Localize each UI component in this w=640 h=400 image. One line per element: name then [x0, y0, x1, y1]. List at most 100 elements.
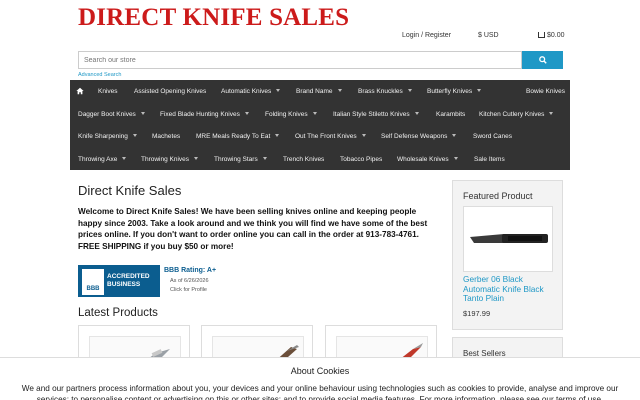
nav-item[interactable]: Brass Knuckles — [358, 88, 412, 96]
bbb-logo: BBB — [82, 269, 104, 295]
cart-icon — [538, 32, 545, 38]
chevron-down-icon — [361, 134, 366, 137]
nav-item[interactable]: Tobacco Pipes — [340, 156, 382, 164]
nav-item[interactable]: Butterfly Knives — [427, 88, 482, 96]
nav-item[interactable]: Automatic Knives — [221, 88, 281, 96]
nav-item[interactable]: Wholesale Knives — [397, 156, 458, 164]
nav-item-label: Knives — [98, 88, 118, 95]
search-bar — [78, 51, 563, 69]
nav-item[interactable]: Folding Knives — [265, 111, 317, 119]
chevron-down-icon — [275, 134, 280, 137]
welcome-text: Welcome to Direct Knife Sales! We have b… — [78, 207, 428, 251]
nav-item-label: Fixed Blade Hunting Knives — [160, 111, 240, 118]
nav-item-label: Brass Knuckles — [358, 88, 403, 95]
nav-item-label: MRE Meals Ready To Eat — [196, 133, 271, 140]
search-input[interactable] — [78, 51, 522, 69]
nav-item[interactable]: Bowie Knives — [526, 88, 565, 96]
nav-item-label: Brand Name — [296, 88, 333, 95]
nav-item-label: Out The Front Knives — [295, 133, 357, 140]
nav-item[interactable]: Out The Front Knives — [295, 133, 366, 141]
nav-item-label: Italian Style Stiletto Knives — [333, 111, 410, 118]
nav-item[interactable]: Brand Name — [296, 88, 342, 96]
chevron-down-icon — [407, 89, 412, 92]
nav-item-label: Bowie Knives — [526, 88, 566, 95]
cart-total: $0.00 — [547, 32, 565, 39]
login-register-link[interactable]: Login / Register — [402, 32, 451, 39]
nav-item[interactable]: Dagger Boot Knives — [78, 111, 145, 119]
page-title: Direct Knife Sales — [78, 183, 182, 198]
currency-label[interactable]: $ USD — [478, 32, 499, 39]
nav-item[interactable]: Fixed Blade Hunting Knives — [160, 111, 249, 119]
chevron-down-icon — [549, 112, 554, 115]
nav-item[interactable]: Assisted Opening Knives — [134, 88, 206, 96]
nav-item[interactable]: Sword Canes — [473, 133, 512, 141]
featured-product-image[interactable] — [463, 206, 553, 272]
cart-link[interactable]: $0.00 — [538, 32, 565, 39]
bbb-rating: BBB Rating: A+ — [164, 267, 217, 274]
chevron-down-icon — [312, 112, 317, 115]
nav-item[interactable]: MRE Meals Ready To Eat — [196, 133, 280, 141]
nav-item[interactable]: Knife Sharpening — [78, 133, 137, 141]
chevron-down-icon — [477, 89, 482, 92]
nav-item-label: Assisted Opening Knives — [134, 88, 207, 95]
nav-item-label: Throwing Axe — [78, 156, 118, 163]
home-icon[interactable] — [76, 87, 84, 95]
nav-item-label: Wholesale Knives — [397, 156, 449, 163]
nav-item[interactable]: Throwing Knives — [141, 156, 199, 164]
chevron-down-icon — [453, 157, 458, 160]
bbb-accredited-text: ACCREDITED BUSINESS — [107, 273, 150, 289]
nav-item-label: Kitchen Cutlery Knives — [479, 111, 545, 118]
nav-item-label: Butterfly Knives — [427, 88, 473, 95]
main-nav: Knives Assisted Opening Knives Automatic K… — [70, 80, 570, 170]
nav-item[interactable]: Knives — [98, 88, 118, 96]
chevron-down-icon — [132, 134, 137, 137]
latest-products-heading: Latest Products — [78, 307, 158, 319]
nav-item-label: Automatic Knives — [221, 88, 272, 95]
bbb-accredited-block: BBB ACCREDITED BUSINESS — [78, 265, 160, 297]
nav-item[interactable]: Karambits — [436, 111, 465, 119]
bbb-accredited-line2: BUSINESS — [107, 281, 141, 288]
chevron-down-icon — [276, 89, 281, 92]
nav-item-label: Trench Knives — [283, 156, 325, 163]
currency-selector[interactable]: $ USD — [478, 32, 499, 39]
nav-item-label: Sale Items — [474, 156, 505, 163]
advanced-search-link[interactable]: Advanced Search — [78, 72, 121, 78]
chevron-down-icon — [452, 134, 457, 137]
nav-item-label: Throwing Knives — [141, 156, 190, 163]
nav-item[interactable]: Sale Items — [474, 156, 505, 164]
login-register-label[interactable]: Login / Register — [402, 32, 451, 39]
cookie-banner: About Cookies We and our partners proces… — [0, 357, 640, 400]
site-logo[interactable]: DIRECT KNIFE SALES — [78, 4, 349, 32]
knife-icon — [470, 234, 548, 243]
search-icon — [538, 56, 547, 64]
nav-item[interactable]: Self Defense Weapons — [381, 133, 457, 141]
nav-item[interactable]: Machetes — [152, 133, 180, 141]
bbb-as-of: As of 6/26/2026 — [170, 278, 209, 284]
nav-item[interactable]: Throwing Axe — [78, 156, 127, 164]
featured-product-name[interactable]: Gerber 06 Black Automatic Knife Black Ta… — [463, 274, 555, 304]
featured-product-title: Featured Product — [463, 191, 533, 201]
nav-item-label: Karambits — [436, 111, 466, 118]
featured-product-panel: Featured Product Gerber 06 Black Automat… — [452, 180, 563, 330]
nav-item-label: Sword Canes — [473, 133, 513, 140]
nav-item[interactable]: Throwing Stars — [214, 156, 267, 164]
nav-item[interactable]: Trench Knives — [283, 156, 324, 164]
chevron-down-icon — [262, 157, 267, 160]
nav-item-label: Self Defense Weapons — [381, 133, 448, 140]
chevron-down-icon — [244, 112, 249, 115]
search-button[interactable] — [522, 51, 563, 69]
nav-item[interactable]: Kitchen Cutlery Knives — [479, 111, 554, 119]
cookie-title: About Cookies — [290, 366, 350, 376]
nav-item-label: Throwing Stars — [214, 156, 258, 163]
nav-item-label: Knife Sharpening — [78, 133, 128, 140]
bbb-badge[interactable]: BBB ACCREDITED BUSINESS BBB Rating: A+ As… — [78, 265, 228, 297]
chevron-down-icon — [414, 112, 419, 115]
bbb-click-profile[interactable]: Click for Profile — [170, 287, 207, 293]
nav-item[interactable]: Italian Style Stiletto Knives — [333, 111, 419, 119]
nav-item-label: Tobacco Pipes — [340, 156, 383, 163]
chevron-down-icon — [140, 112, 145, 115]
chevron-down-icon — [194, 157, 199, 160]
chevron-down-icon — [337, 89, 342, 92]
featured-product-price: $197.99 — [463, 309, 491, 318]
chevron-down-icon — [122, 157, 127, 160]
